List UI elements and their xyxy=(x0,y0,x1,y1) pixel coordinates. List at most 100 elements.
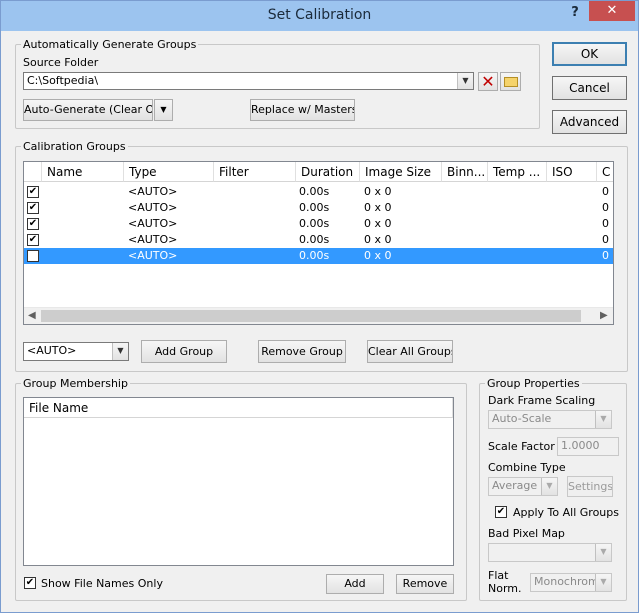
title-bar[interactable]: Set Calibration ? ✕ xyxy=(1,1,638,31)
row-image-size: 0 x 0 xyxy=(364,217,392,230)
row-duration: 0.00s xyxy=(299,201,330,214)
combine-type-select[interactable]: Average ▼ xyxy=(488,477,558,496)
flat-norm-label-line1: Flat xyxy=(488,569,509,582)
row-type: <AUTO> xyxy=(128,217,178,230)
row-c: 0 xyxy=(602,217,609,230)
set-calibration-window: Set Calibration ? ✕ Automatically Genera… xyxy=(0,0,639,613)
chevron-down-icon[interactable]: ▼ xyxy=(541,478,557,495)
show-file-names-label: Show File Names Only xyxy=(41,577,163,590)
auto-generate-groups-label: Automatically Generate Groups xyxy=(21,38,199,51)
scale-factor-input[interactable]: 1.0000 xyxy=(557,437,619,456)
column-header-type[interactable]: Type xyxy=(124,162,214,182)
browse-folder-button[interactable] xyxy=(500,72,521,91)
scroll-left-icon[interactable]: ◀ xyxy=(28,310,36,321)
add-group-button[interactable]: Add Group xyxy=(141,340,227,363)
flat-norm-label-line2: Norm. xyxy=(488,582,522,595)
add-file-button[interactable]: Add xyxy=(326,574,384,594)
scroll-right-icon[interactable]: ▶ xyxy=(600,310,608,321)
source-folder-input[interactable]: C:\Softpedia\ ▼ xyxy=(23,72,474,90)
clear-all-groups-button[interactable]: Clear All Groups xyxy=(367,340,453,363)
source-folder-value: C:\Softpedia\ xyxy=(27,74,99,87)
row-c: 0 xyxy=(602,201,609,214)
row-duration: 0.00s xyxy=(299,217,330,230)
row-checkbox[interactable]: ✔ xyxy=(27,218,39,230)
chevron-down-icon: ▼ xyxy=(160,105,167,114)
row-c: 0 xyxy=(602,233,609,246)
table-row[interactable]: ✔ <AUTO> 0.00s 0 x 0 0 xyxy=(24,232,613,248)
column-header-temp[interactable]: Temp ... xyxy=(488,162,547,182)
table-row[interactable]: ✔ <AUTO> 0.00s 0 x 0 0 xyxy=(24,200,613,216)
chevron-down-icon[interactable]: ▼ xyxy=(595,574,611,591)
column-header-duration[interactable]: Duration xyxy=(296,162,360,182)
dark-frame-scaling-value: Auto-Scale xyxy=(492,412,552,425)
close-button[interactable]: ✕ xyxy=(589,1,635,21)
group-type-select[interactable]: <AUTO> ▼ xyxy=(23,342,129,361)
auto-generate-button[interactable]: Auto-Generate (Clear Old) xyxy=(23,99,153,121)
file-list[interactable]: File Name xyxy=(23,397,454,566)
row-type: <AUTO> xyxy=(128,233,178,246)
calibration-groups-label: Calibration Groups xyxy=(21,140,128,153)
flat-norm-select[interactable]: Monochrome ▼ xyxy=(530,573,612,592)
cancel-button[interactable]: Cancel xyxy=(552,76,627,100)
row-type: <AUTO> xyxy=(128,185,178,198)
remove-file-button[interactable]: Remove xyxy=(396,574,454,594)
horizontal-scrollbar[interactable]: ◀ ▶ xyxy=(24,307,613,324)
chevron-down-icon[interactable]: ▼ xyxy=(595,411,611,428)
row-checkbox[interactable]: ✔ xyxy=(27,250,39,262)
close-icon: ✕ xyxy=(481,72,495,91)
column-header-iso[interactable]: ISO xyxy=(547,162,597,182)
row-type: <AUTO> xyxy=(128,201,178,214)
dark-frame-scaling-select[interactable]: Auto-Scale ▼ xyxy=(488,410,612,429)
show-file-names-checkbox[interactable]: ✔ xyxy=(24,577,36,589)
folder-icon xyxy=(504,77,518,87)
row-duration: 0.00s xyxy=(299,233,330,246)
chevron-down-icon[interactable]: ▼ xyxy=(457,73,473,89)
column-header-name[interactable]: Name xyxy=(42,162,124,182)
row-image-size: 0 x 0 xyxy=(364,233,392,246)
source-folder-label: Source Folder xyxy=(23,56,99,69)
chevron-down-icon[interactable]: ▼ xyxy=(112,343,128,360)
bad-pixel-map-select[interactable]: ▼ xyxy=(488,543,612,562)
remove-group-button[interactable]: Remove Group xyxy=(258,340,346,363)
calibration-groups-table[interactable]: Name Type Filter Duration Image Size Bin… xyxy=(23,161,614,325)
column-header-binning[interactable]: Binn... xyxy=(442,162,488,182)
auto-generate-menu-button[interactable]: ▼ xyxy=(154,99,173,121)
row-duration: 0.00s xyxy=(299,185,330,198)
row-duration: 0.00s xyxy=(299,249,330,262)
combine-type-value: Average xyxy=(492,479,538,492)
column-header-c[interactable]: C xyxy=(597,162,613,182)
group-type-value: <AUTO> xyxy=(27,344,77,357)
row-checkbox[interactable]: ✔ xyxy=(27,202,39,214)
clear-folder-button[interactable]: ✕ xyxy=(478,72,498,91)
advanced-button[interactable]: Advanced xyxy=(552,110,627,134)
table-row[interactable]: ✔ <AUTO> 0.00s 0 x 0 0 xyxy=(24,184,613,200)
scrollbar-thumb[interactable] xyxy=(41,310,581,322)
group-properties-label: Group Properties xyxy=(485,377,582,390)
row-c: 0 xyxy=(602,249,609,262)
group-membership-label: Group Membership xyxy=(21,377,130,390)
column-header-check[interactable] xyxy=(24,162,42,182)
combine-type-label: Combine Type xyxy=(488,461,566,474)
row-image-size: 0 x 0 xyxy=(364,249,392,262)
bad-pixel-map-label: Bad Pixel Map xyxy=(488,527,565,540)
row-checkbox[interactable]: ✔ xyxy=(27,186,39,198)
column-header-file-name[interactable]: File Name xyxy=(24,398,453,418)
apply-to-all-groups-label: Apply To All Groups xyxy=(513,506,619,519)
row-type: <AUTO> xyxy=(128,249,178,262)
row-image-size: 0 x 0 xyxy=(364,201,392,214)
scale-factor-label: Scale Factor xyxy=(488,440,555,453)
chevron-down-icon[interactable]: ▼ xyxy=(595,544,611,561)
table-row-selected[interactable]: ✔ <AUTO> 0.00s 0 x 0 0 xyxy=(24,248,613,264)
dark-frame-scaling-label: Dark Frame Scaling xyxy=(488,394,596,407)
apply-to-all-groups-checkbox[interactable]: ✔ xyxy=(495,506,507,518)
row-checkbox[interactable]: ✔ xyxy=(27,234,39,246)
replace-with-masters-button[interactable]: Replace w/ Masters xyxy=(250,99,355,121)
row-c: 0 xyxy=(602,185,609,198)
table-row[interactable]: ✔ <AUTO> 0.00s 0 x 0 0 xyxy=(24,216,613,232)
row-image-size: 0 x 0 xyxy=(364,185,392,198)
column-header-filter[interactable]: Filter xyxy=(214,162,296,182)
column-header-image-size[interactable]: Image Size xyxy=(360,162,442,182)
help-button[interactable]: ? xyxy=(567,5,583,23)
ok-button[interactable]: OK xyxy=(552,42,627,66)
settings-button[interactable]: Settings xyxy=(567,476,613,497)
